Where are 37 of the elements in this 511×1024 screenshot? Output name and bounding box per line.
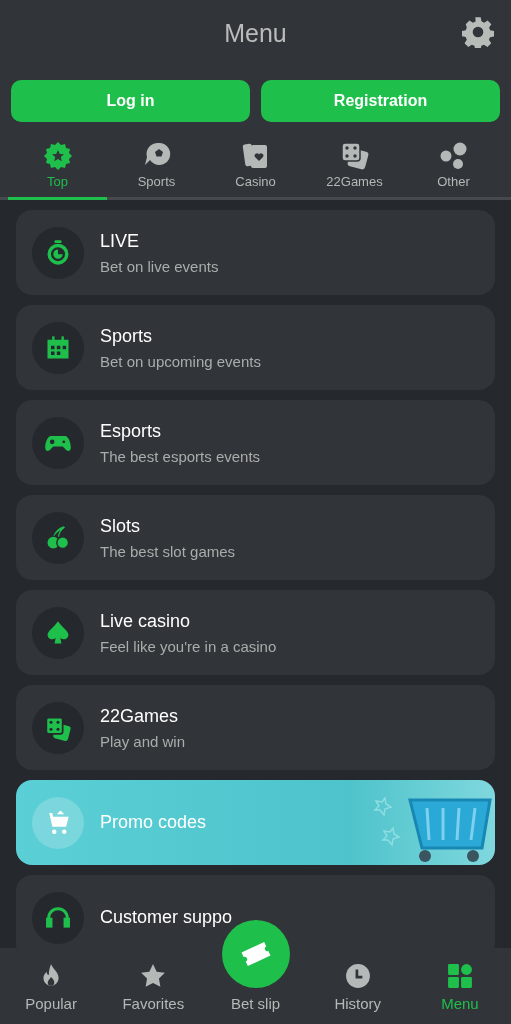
nav-item[interactable]: Favorites (102, 948, 205, 1024)
menu-card-subtitle: Bet on upcoming events (100, 352, 261, 370)
nav-item[interactable]: History (306, 948, 409, 1024)
settings-icon[interactable] (462, 16, 494, 48)
menu-card-subtitle: The best slot games (100, 542, 236, 560)
menu-card-subtitle: The best esports events (100, 447, 261, 465)
category-tab[interactable]: 22Games (305, 134, 404, 200)
menu-card-subtitle: Bet on live events (100, 257, 219, 275)
grid-icon (446, 963, 473, 989)
nav-item[interactable]: Popular (0, 948, 103, 1024)
menu-card-title: Sports (100, 325, 154, 347)
category-tab[interactable]: Sports (107, 134, 206, 200)
menu-card[interactable]: Esports The best esports events (16, 400, 495, 485)
menu-card[interactable]: Sports Bet on upcoming events (16, 305, 495, 390)
menu-card-title: LIVE (100, 230, 141, 252)
menu-card-title: Live casino (100, 610, 192, 632)
menu-card-subtitle: Play and win (100, 732, 186, 750)
category-tab[interactable]: Casino (206, 134, 305, 200)
menu-card-title: Customer suppo (100, 907, 233, 928)
page-title: Menu (224, 18, 287, 48)
nav-item[interactable]: Menu (408, 948, 511, 1024)
menu-card[interactable]: 22Games Play and win (16, 685, 495, 770)
menu-card[interactable]: Customer suppo (16, 875, 495, 948)
menu-card[interactable]: LIVE Bet on live events (16, 210, 495, 295)
menu-card[interactable]: Live casino Feel like you're in a casino (16, 590, 495, 675)
ticket-icon (240, 939, 271, 969)
menu-card-subtitle: Feel like you're in a casino (100, 637, 277, 655)
clock-icon (344, 963, 371, 989)
star-icon (140, 963, 167, 989)
menu-card-title: Esports (100, 420, 163, 442)
nav-label[interactable]: Bet slip (230, 995, 281, 1012)
menu-card-title: 22Games (100, 705, 180, 727)
menu-card-title: Slots (100, 515, 142, 537)
category-tab[interactable]: Top (8, 134, 107, 200)
cart-icon (32, 796, 84, 849)
menu-card[interactable]: Slots The best slot games (16, 495, 495, 580)
category-tab[interactable]: Other (404, 134, 503, 200)
